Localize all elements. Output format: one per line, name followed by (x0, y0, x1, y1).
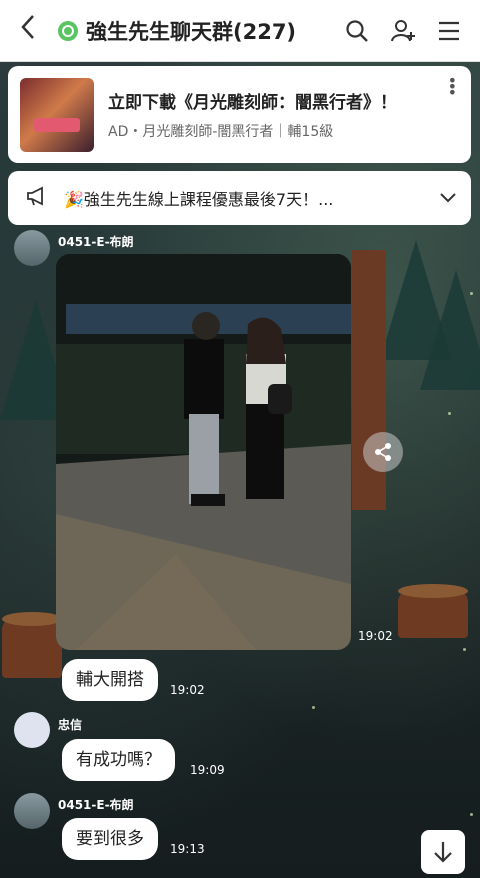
sparkle (470, 292, 473, 295)
ad-title: 立即下載《月光雕刻師：闇黑行者》！ (108, 93, 397, 113)
background-tree (420, 270, 480, 390)
message-bubble[interactable]: 輔大開搭 (62, 659, 158, 701)
announcement-text: 🎉強生先生線上課程優惠最後7天！... (64, 190, 334, 209)
background-stump (398, 584, 468, 638)
group-chat-icon (58, 20, 78, 41)
background-stump (2, 612, 62, 678)
megaphone-icon (26, 186, 48, 210)
sender-name: 0451-E-布朗 (58, 235, 134, 249)
ad-subtitle: AD・月光雕刻師-闇黑行者｜輔15級 (108, 124, 334, 140)
message-time: 19:02 (358, 629, 393, 643)
add-user-icon[interactable] (390, 18, 416, 44)
sender-name: 忠信 (58, 718, 83, 732)
avatar[interactable] (14, 230, 50, 266)
avatar[interactable] (14, 793, 50, 829)
message-time: 19:13 (170, 842, 205, 856)
chevron-left-icon[interactable] (20, 13, 50, 48)
avatar[interactable] (14, 712, 50, 748)
message-time: 19:02 (170, 683, 205, 697)
chat-header: 強生先生聊天群(227) (0, 0, 480, 62)
ad-thumbnail (20, 77, 94, 152)
announcement-bar[interactable]: 🎉強生先生線上課程優惠最後7天！... (8, 171, 471, 225)
message-time: 19:09 (190, 763, 225, 777)
more-options-icon[interactable]: • • • (448, 73, 457, 101)
sparkle (463, 648, 466, 651)
sparkle (470, 813, 473, 816)
scroll-to-bottom-button[interactable] (421, 830, 465, 874)
chat-title[interactable]: 強生先生聊天群(227) (86, 16, 324, 46)
arrow-down-icon (434, 842, 452, 863)
sender-name: 0451-E-布朗 (58, 798, 134, 812)
share-icon[interactable] (363, 432, 403, 472)
message-bubble[interactable]: 有成功嗎？ (62, 739, 175, 781)
photo-message[interactable] (56, 254, 351, 650)
sparkle (448, 412, 451, 415)
search-icon[interactable] (344, 18, 370, 44)
chevron-down-icon[interactable] (439, 189, 457, 208)
menu-icon[interactable] (436, 18, 462, 44)
sparkle (312, 706, 315, 709)
message-bubble[interactable]: 要到很多 (62, 818, 158, 860)
ad-banner[interactable]: 立即下載《月光雕刻師：闇黑行者》！ AD・月光雕刻師-闇黑行者｜輔15級 • • • (8, 66, 471, 163)
